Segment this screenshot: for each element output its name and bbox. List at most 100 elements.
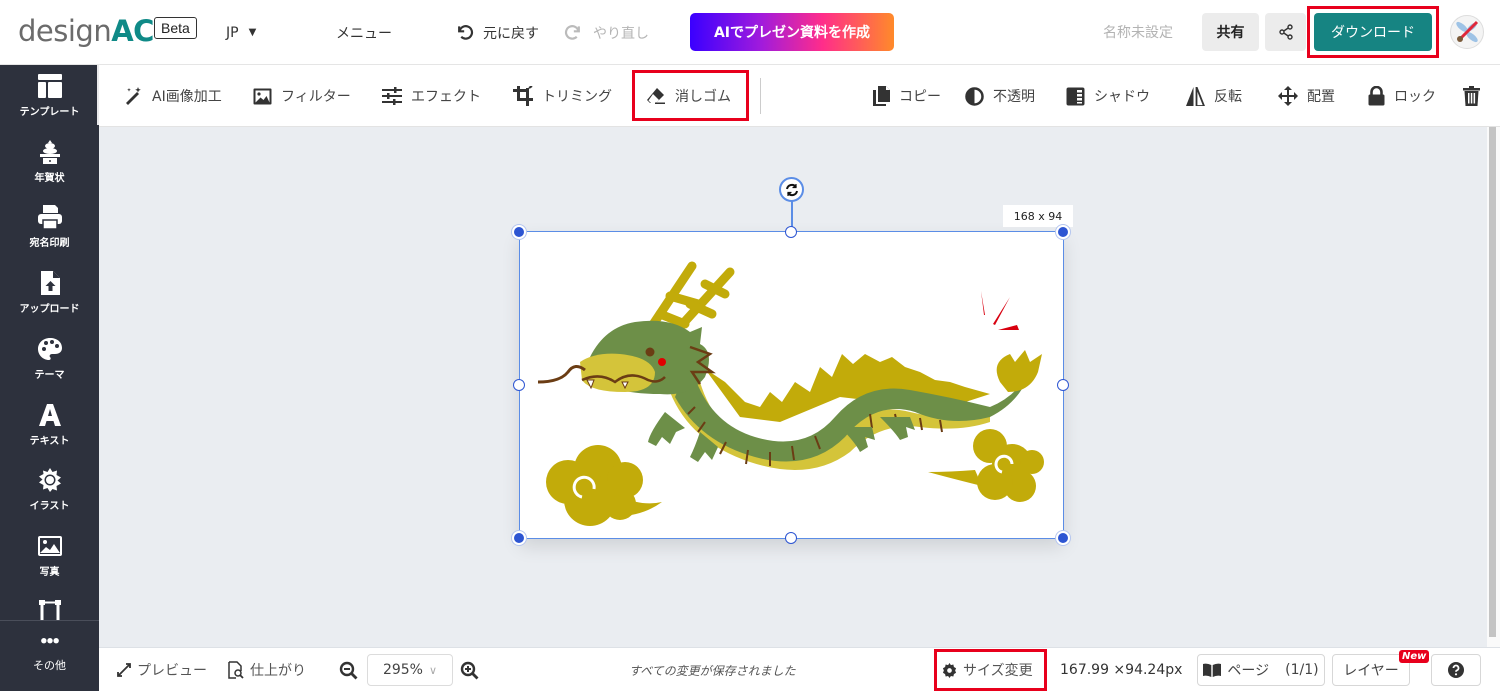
layer-label: レイヤー xyxy=(1343,663,1399,679)
flip-button[interactable]: 反転 xyxy=(1185,65,1242,127)
zoom-in-button[interactable] xyxy=(460,648,485,692)
sidebar-item-more[interactable]: その他 xyxy=(0,627,99,691)
opacity-icon xyxy=(965,86,984,106)
tool-label: 配置 xyxy=(1307,89,1335,105)
resize-handle-top-right[interactable] xyxy=(1056,225,1070,239)
resize-button[interactable]: サイズ変更 xyxy=(942,648,1033,692)
sidebar-item-illustration[interactable]: イラスト xyxy=(0,459,99,523)
sidebar-item-label: 宛名印刷 xyxy=(29,238,70,249)
redo-button[interactable]: やり直し xyxy=(563,0,649,65)
canvas-vertical-scrollbar[interactable] xyxy=(1487,127,1500,647)
tool-label: 反転 xyxy=(1214,89,1242,105)
resize-handle-bottom[interactable] xyxy=(785,532,797,544)
document-name[interactable]: 名称未設定 xyxy=(1103,22,1173,42)
selection-size-label: 168 x 94 xyxy=(1003,205,1073,227)
menu-button[interactable]: メニュー xyxy=(336,0,392,65)
page-label: ページ xyxy=(1227,663,1270,679)
opacity-button[interactable]: 不透明 xyxy=(965,65,1035,127)
resize-handle-left[interactable] xyxy=(513,379,525,391)
tool-label: AI画像加工 xyxy=(152,89,222,105)
resize-handle-bottom-left[interactable] xyxy=(512,531,526,545)
gear-icon xyxy=(942,662,957,678)
sidebar: テンプレート 年賀状 宛名印刷 アップロード テーマ テキスト イラスト 写真 … xyxy=(0,65,99,691)
zoom-select[interactable]: 295% ∨ xyxy=(367,654,453,686)
chevron-down-icon: ∨ xyxy=(428,663,438,677)
text-icon xyxy=(38,404,61,426)
image-toolbar: AI画像加工 フィルター エフェクト トリミング 消しゴム コピー 不透明 シャ… xyxy=(99,65,1500,127)
preview-button[interactable]: プレビュー xyxy=(117,648,207,692)
share-nodes-icon xyxy=(1278,24,1293,40)
resize-handle-right[interactable] xyxy=(1057,379,1069,391)
shadow-icon xyxy=(1066,87,1085,105)
download-button[interactable]: ダウンロード xyxy=(1314,13,1432,51)
sidebar-item-upload[interactable]: アップロード xyxy=(0,262,99,326)
caret-down-icon: ▼ xyxy=(248,27,257,38)
zoom-out-button[interactable] xyxy=(339,648,364,692)
beta-badge: Beta xyxy=(154,17,197,39)
tool-label: エフェクト xyxy=(411,89,481,105)
sidebar-item-label: 写真 xyxy=(39,567,60,578)
rotate-icon xyxy=(785,183,798,196)
delete-button[interactable] xyxy=(1463,65,1489,127)
arrange-button[interactable]: 配置 xyxy=(1278,65,1335,127)
rotate-handle[interactable] xyxy=(779,177,804,202)
eraser-button[interactable]: 消しゴム xyxy=(646,65,731,127)
save-status: すべての変更が保存されました xyxy=(629,664,796,678)
help-button[interactable] xyxy=(1431,654,1481,686)
sidebar-item-template[interactable]: テンプレート xyxy=(0,65,99,129)
crop-icon xyxy=(513,86,533,106)
zoom-value: 295% xyxy=(382,662,423,678)
resize-handle-bottom-right[interactable] xyxy=(1056,531,1070,545)
effect-button[interactable]: エフェクト xyxy=(382,65,481,127)
sidebar-item-theme[interactable]: テーマ xyxy=(0,328,99,392)
sidebar-item-frame[interactable] xyxy=(0,590,99,620)
template-icon xyxy=(37,74,62,98)
sidebar-item-new-year-card[interactable]: 年賀状 xyxy=(0,131,99,195)
kagami-mochi-icon xyxy=(39,140,60,164)
lock-button[interactable]: ロック xyxy=(1368,65,1436,127)
dragonfly-icon xyxy=(1456,20,1479,43)
tool-label: トリミング xyxy=(542,89,612,105)
tool-label: 消しゴム xyxy=(675,89,731,105)
expand-icon xyxy=(117,663,131,677)
printer-icon xyxy=(37,205,62,230)
sidebar-item-label: テンプレート xyxy=(19,107,80,118)
bottom-bar: プレビュー 仕上がり 295% ∨ すべての変更が保存されました サイズ変更 1… xyxy=(99,647,1500,691)
copy-icon xyxy=(873,86,890,106)
undo-button[interactable]: 元に戻す xyxy=(455,0,539,65)
shadow-button[interactable]: シャドウ xyxy=(1066,65,1150,127)
logo[interactable]: designAC xyxy=(18,14,154,48)
magic-wand-icon xyxy=(126,87,141,105)
filter-button[interactable]: フィルター xyxy=(253,65,351,127)
eraser-icon xyxy=(647,88,665,104)
sidebar-item-address-print[interactable]: 宛名印刷 xyxy=(0,196,99,260)
tool-label: 不透明 xyxy=(993,89,1035,105)
ai-presentation-button[interactable]: AIでプレゼン資料を作成 xyxy=(690,13,894,51)
sidebar-item-photo[interactable]: 写真 xyxy=(0,525,99,589)
sidebar-item-label: テーマ xyxy=(34,370,65,381)
frame-icon xyxy=(38,600,61,620)
sidebar-item-label: テキスト xyxy=(29,436,70,447)
copy-button[interactable]: コピー xyxy=(873,65,941,127)
menu-label: メニュー xyxy=(336,25,392,42)
undo-label: 元に戻す xyxy=(483,25,539,42)
language-selector[interactable]: JP ▼ xyxy=(226,0,256,65)
resize-handle-top-left[interactable] xyxy=(512,225,526,239)
redo-icon xyxy=(564,24,580,40)
sidebar-item-label: 年賀状 xyxy=(34,173,65,184)
zoom-out-icon xyxy=(339,661,358,679)
crop-button[interactable]: トリミング xyxy=(513,65,612,127)
scrollbar-thumb[interactable] xyxy=(1489,127,1496,637)
palette-icon xyxy=(37,338,62,360)
share-link-button[interactable] xyxy=(1265,13,1306,51)
sidebar-item-label: アップロード xyxy=(19,304,80,315)
flip-icon xyxy=(1186,86,1205,106)
ai-image-edit-button[interactable]: AI画像加工 xyxy=(123,65,222,127)
selection-box xyxy=(519,231,1064,539)
share-button[interactable]: 共有 xyxy=(1202,13,1259,51)
resize-handle-top[interactable] xyxy=(785,226,797,238)
page-button[interactable]: ページ (1/1) xyxy=(1197,654,1325,686)
avatar[interactable] xyxy=(1450,15,1484,49)
finish-button[interactable]: 仕上がり xyxy=(228,648,306,692)
sidebar-item-text[interactable]: テキスト xyxy=(0,394,99,458)
